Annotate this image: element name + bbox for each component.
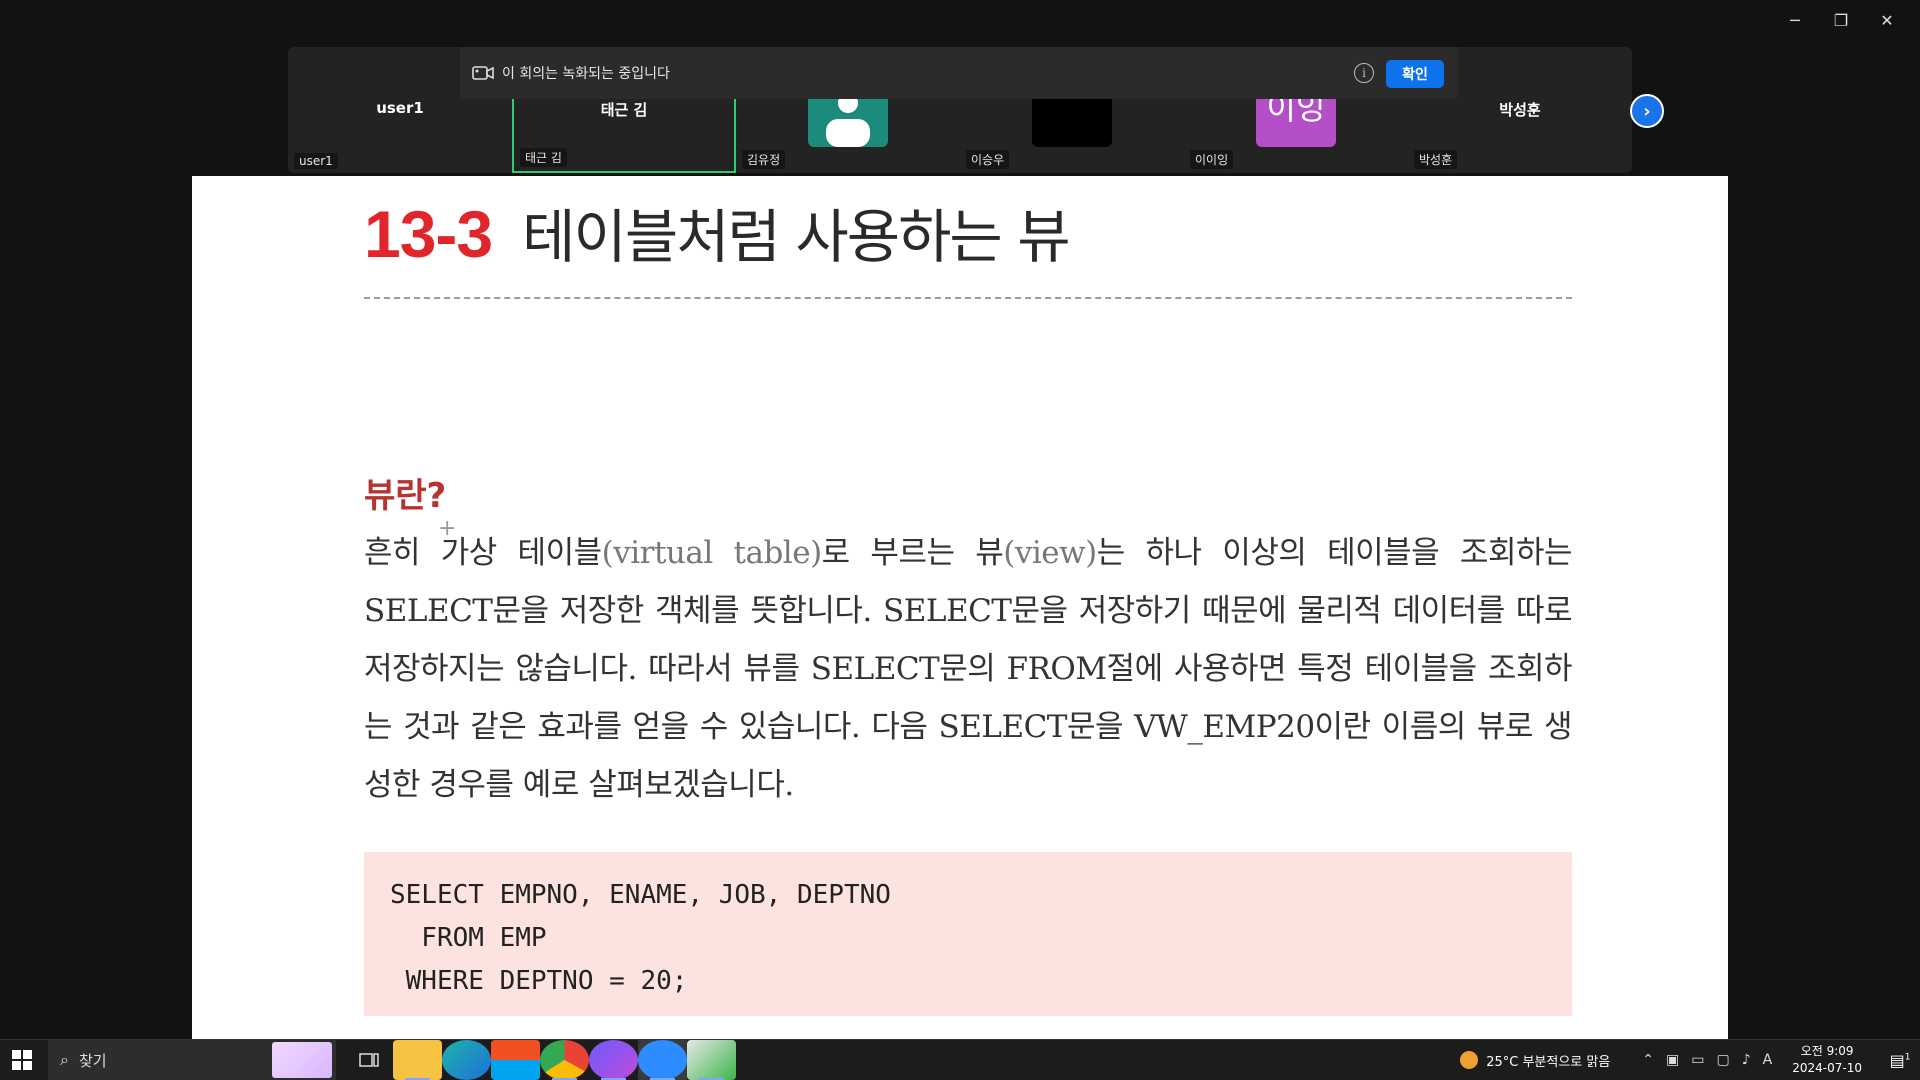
- network-status-icon[interactable]: ▭: [1691, 1052, 1704, 1068]
- paragraph-text-english: (virtual table): [601, 535, 823, 571]
- participant-name: 태근 김: [600, 101, 648, 119]
- confirm-button[interactable]: 확인: [1386, 60, 1444, 88]
- subsection-heading: 뷰란?: [364, 476, 447, 516]
- meet-icon[interactable]: ▣: [1666, 1052, 1679, 1068]
- weather-text: 25°C 부분적으로 맑음: [1486, 1054, 1611, 1070]
- participant-label: 이이잉: [1190, 150, 1234, 169]
- section-title: 테이블처럼 사용하는 뷰: [522, 203, 1070, 271]
- ime-indicator[interactable]: A: [1763, 1052, 1773, 1068]
- recording-camera-icon: [472, 66, 494, 80]
- next-page-button[interactable]: ›: [1630, 94, 1664, 128]
- info-icon[interactable]: i: [1354, 63, 1374, 83]
- shared-screen-document: 13-3 테이블처럼 사용하는 뷰 뷰란? + 흔히 가상 테이블(virtua…: [192, 176, 1728, 1040]
- system-tray: 25°C 부분적으로 맑음 ⌃ ▣ ▭ ▢ ♪ A 오전 9:09 2024-0…: [1460, 1040, 1920, 1080]
- paragraph-text-english: (view): [1003, 535, 1097, 571]
- participant-label: 이승우: [966, 150, 1010, 169]
- notification-count: 1: [1904, 1052, 1911, 1063]
- microsoft-store-icon[interactable]: [491, 1040, 540, 1080]
- recording-banner: 이 회의는 녹화되는 중입니다 i 확인: [460, 47, 1458, 99]
- page-title: 13-3 테이블처럼 사용하는 뷰: [364, 190, 1071, 274]
- participant-name: 박성훈: [1499, 101, 1541, 119]
- participant-label: 태근 김: [520, 148, 567, 167]
- search-highlight-image: [272, 1042, 332, 1078]
- media-app-icon[interactable]: [687, 1040, 736, 1080]
- participant-label: 김유정: [742, 150, 786, 169]
- minimize-button[interactable]: ─: [1772, 8, 1818, 32]
- display-icon[interactable]: ▢: [1717, 1052, 1730, 1068]
- avatar: 이잉: [1256, 93, 1336, 147]
- time: 오전 9:09: [1800, 1044, 1854, 1058]
- paragraph-text: 흔히 가상 테이블: [364, 535, 602, 571]
- weather-widget[interactable]: 25°C 부분적으로 맑음: [1460, 1051, 1610, 1070]
- notification-icon[interactable]: ▤1: [1880, 1051, 1920, 1070]
- body-paragraph: 흔히 가상 테이블(virtual table)로 부르는 뷰(view)는 하…: [364, 524, 1573, 814]
- zoom-icon[interactable]: [638, 1040, 687, 1080]
- close-button[interactable]: ✕: [1864, 8, 1910, 32]
- code-block: SELECT EMPNO, ENAME, JOB, DEPTNO FROM EM…: [364, 852, 1572, 1016]
- paragraph-text: 는 하나 이상의 테이블을 조회하는 SELECT문을 저장한 객체를 뜻합니다…: [364, 535, 1573, 803]
- window-controls: ─ ❐ ✕: [1772, 8, 1910, 32]
- task-view-icon[interactable]: [344, 1040, 393, 1080]
- person-avatar-icon: [808, 93, 888, 147]
- taskbar-apps: [344, 1040, 736, 1080]
- participant-label: 박성훈: [1414, 150, 1458, 169]
- windows-start-icon[interactable]: [12, 1050, 32, 1070]
- recording-notice-text: 이 회의는 녹화되는 중입니다: [502, 66, 670, 82]
- restore-button[interactable]: ❐: [1818, 8, 1864, 32]
- clock[interactable]: 오전 9:09 2024-07-10: [1792, 1043, 1862, 1077]
- chrome-icon[interactable]: [540, 1040, 589, 1080]
- video-feed: [1032, 93, 1112, 147]
- edge-browser-icon[interactable]: [442, 1040, 491, 1080]
- search-icon: ⌕: [60, 1050, 69, 1069]
- participant-name: user1: [376, 99, 424, 117]
- participant-label: user1: [294, 153, 338, 169]
- chat-app-icon[interactable]: [589, 1040, 638, 1080]
- search-placeholder: 찾기: [78, 1051, 107, 1070]
- section-number: 13-3: [364, 197, 493, 271]
- file-explorer-icon[interactable]: [393, 1040, 442, 1080]
- sql-code: SELECT EMPNO, ENAME, JOB, DEPTNO FROM EM…: [390, 880, 891, 996]
- taskbar-search[interactable]: ⌕ 찾기: [48, 1040, 336, 1080]
- volume-icon[interactable]: ♪: [1742, 1052, 1751, 1068]
- taskbar: ⌕ 찾기 25°C 부분적으로 맑음 ⌃ ▣ ▭ ▢ ♪ A 오전 9:09 2…: [0, 1039, 1920, 1080]
- paragraph-text: 로 부르는 뷰: [821, 535, 1004, 571]
- weather-icon: [1460, 1051, 1479, 1069]
- date: 2024-07-10: [1792, 1061, 1862, 1075]
- divider: [364, 297, 1572, 299]
- chevron-up-icon[interactable]: ⌃: [1642, 1052, 1654, 1068]
